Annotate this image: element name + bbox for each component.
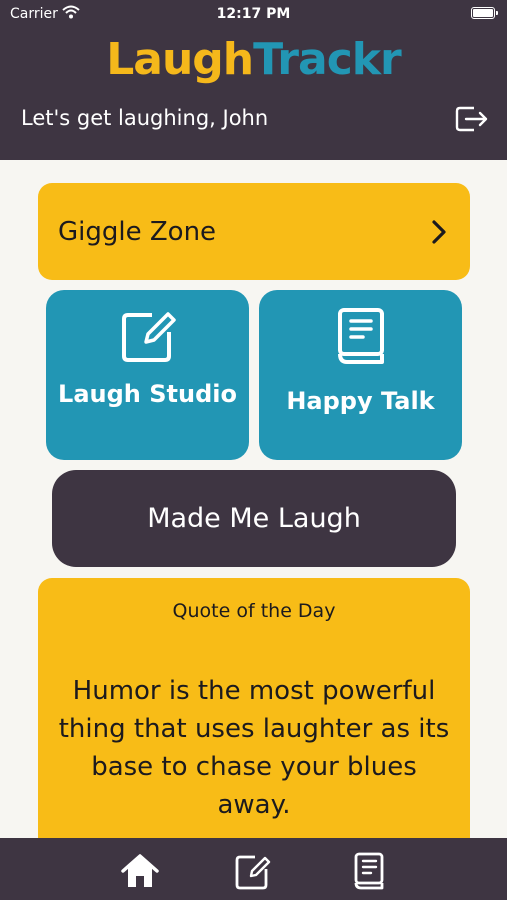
edit-icon[interactable] (233, 851, 273, 891)
battery-icon (471, 7, 498, 19)
logo-part-trackr: Trackr (253, 34, 402, 85)
app-logo: LaughTrackr (0, 34, 507, 85)
app-header: LaughTrackr Let's get laughing, John (0, 28, 507, 160)
giggle-zone-label: Giggle Zone (58, 217, 217, 247)
book-icon (337, 308, 384, 364)
book-icon[interactable] (349, 851, 389, 891)
chevron-right-icon (432, 220, 446, 244)
happy-talk-label: Happy Talk (286, 387, 435, 415)
quote-title: Quote of the Day (172, 600, 336, 622)
greeting-text: Let's get laughing, John (21, 106, 269, 130)
happy-talk-button[interactable]: Happy Talk (259, 290, 462, 460)
logout-icon[interactable] (452, 100, 490, 138)
giggle-zone-button[interactable]: Giggle Zone (38, 183, 470, 280)
quote-text: Humor is the most powerful thing that us… (58, 676, 450, 820)
laugh-studio-button[interactable]: Laugh Studio (46, 290, 249, 460)
made-me-laugh-button[interactable]: Made Me Laugh (52, 470, 456, 567)
home-icon[interactable] (120, 851, 160, 891)
edit-icon (121, 312, 176, 362)
laugh-studio-label: Laugh Studio (58, 380, 237, 408)
clock-time: 12:17 PM (216, 6, 291, 22)
status-bar: Carrier 12:17 PM (0, 0, 507, 28)
tab-bar (0, 838, 507, 900)
quote-card: Quote of the Day Humor is the most power… (38, 578, 470, 840)
logo-part-laugh: Laugh (106, 34, 254, 85)
